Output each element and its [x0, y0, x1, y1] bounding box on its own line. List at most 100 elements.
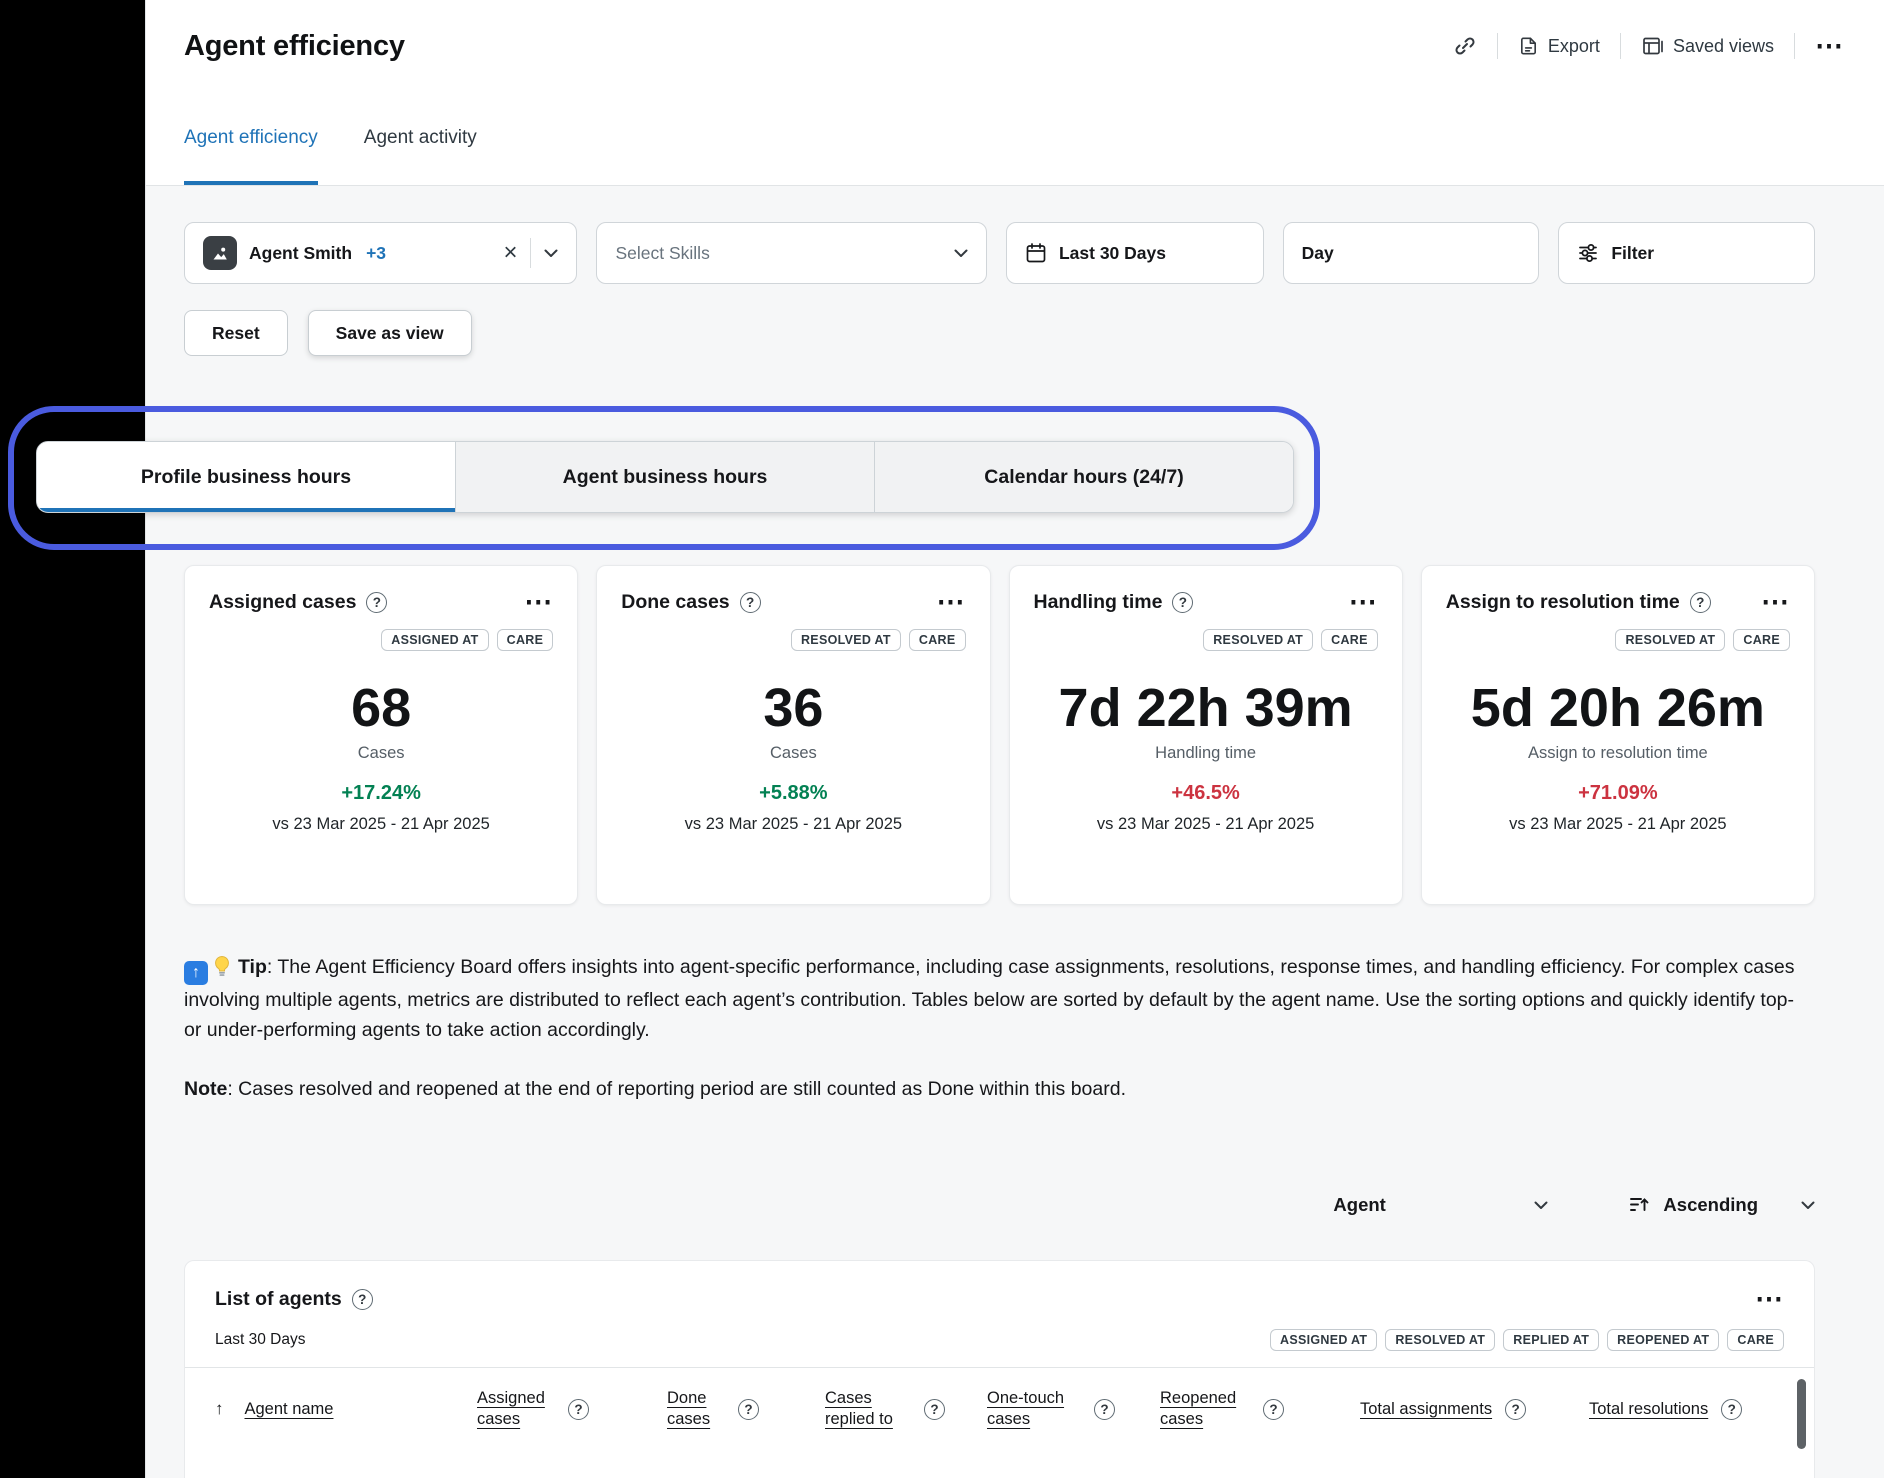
- help-icon[interactable]: ?: [1094, 1399, 1115, 1420]
- column-header-total-assignments[interactable]: Total assignments ?: [1360, 1399, 1589, 1420]
- filter-actions-row: Reset Save as view: [184, 310, 1815, 356]
- channel-badge: CARE: [1727, 1329, 1784, 1351]
- skills-select[interactable]: Select Skills: [596, 222, 986, 284]
- copy-link-icon[interactable]: [1453, 34, 1477, 58]
- timestamp-badge: RESOLVED AT: [791, 629, 901, 651]
- column-header-one-touch-cases[interactable]: One-touch cases ?: [987, 1388, 1160, 1431]
- help-icon[interactable]: ?: [1263, 1399, 1284, 1420]
- card-menu-icon[interactable]: ⋯: [1349, 588, 1378, 616]
- table-scrollbar[interactable]: [1797, 1379, 1806, 1449]
- chevron-down-icon: [954, 249, 968, 258]
- metric-unit: Cases: [209, 744, 553, 763]
- tab-agent-business-hours[interactable]: Agent business hours: [455, 442, 874, 512]
- card-menu-icon[interactable]: ⋯: [937, 588, 966, 616]
- timestamp-badge: RESOLVED AT: [1615, 629, 1725, 651]
- metric-card-assigned-cases: Assigned cases ? ⋯ ASSIGNED AT CARE 68 C…: [184, 565, 578, 905]
- tip-label: Tip: [238, 956, 267, 978]
- filter-button[interactable]: Filter: [1558, 222, 1815, 284]
- list-of-agents-card: List of agents ? ⋯ Last 30 Days ASSIGNED…: [184, 1260, 1815, 1478]
- saved-views-button[interactable]: Saved views: [1641, 35, 1774, 57]
- help-icon[interactable]: ?: [1690, 592, 1711, 613]
- export-label: Export: [1548, 36, 1600, 57]
- chevron-down-icon: [1801, 1201, 1815, 1210]
- metric-card-handling-time: Handling time ? ⋯ RESOLVED AT CARE 7d 22…: [1009, 565, 1403, 905]
- agent-filter-chip[interactable]: Agent Smith +3 ×: [184, 222, 577, 284]
- agent-filter-extra-count[interactable]: +3: [366, 243, 386, 264]
- help-icon[interactable]: ?: [740, 592, 761, 613]
- sort-arrow-icon: ↑: [215, 1399, 224, 1419]
- channel-badge: CARE: [1733, 629, 1790, 651]
- interval-select[interactable]: Day: [1283, 222, 1540, 284]
- export-button[interactable]: Export: [1518, 35, 1600, 57]
- metric-value: 7d 22h 39m: [1034, 677, 1378, 739]
- tab-calendar-hours[interactable]: Calendar hours (24/7): [874, 442, 1293, 512]
- card-menu-icon[interactable]: ⋯: [1761, 588, 1790, 616]
- reset-button[interactable]: Reset: [184, 310, 288, 356]
- filter-row: Agent Smith +3 × Select Skills: [184, 222, 1815, 284]
- divider: [1794, 33, 1795, 59]
- filter-label: Filter: [1611, 243, 1654, 264]
- column-header-agent-name[interactable]: ↑ Agent name: [215, 1399, 477, 1420]
- metric-value: 36: [621, 677, 965, 739]
- help-icon[interactable]: ?: [352, 1289, 373, 1310]
- metric-cards-row: Assigned cases ? ⋯ ASSIGNED AT CARE 68 C…: [184, 565, 1815, 905]
- business-hours-toggle: Profile business hours Agent business ho…: [36, 441, 1294, 513]
- table-title: List of agents: [215, 1288, 342, 1311]
- metric-value: 68: [209, 677, 553, 739]
- date-range-select[interactable]: Last 30 Days: [1006, 222, 1264, 284]
- channel-badge: CARE: [497, 629, 554, 651]
- metric-card-assign-to-resolution-time: Assign to resolution time ? ⋯ RESOLVED A…: [1421, 565, 1815, 905]
- column-header-reopened-cases[interactable]: Reopened cases ?: [1160, 1388, 1360, 1431]
- help-icon[interactable]: ?: [1172, 592, 1193, 613]
- card-title: Assigned cases: [209, 591, 356, 614]
- sort-field-dropdown[interactable]: Agent: [1333, 1194, 1548, 1216]
- nav-tabs: Agent efficiency Agent activity: [146, 92, 1884, 186]
- channel-badge: CARE: [1321, 629, 1378, 651]
- column-header-done-cases[interactable]: Done cases ?: [667, 1388, 825, 1431]
- interval-value: Day: [1302, 243, 1334, 264]
- clear-agent-filter-icon[interactable]: ×: [503, 241, 517, 265]
- up-arrow-emoji: ↑: [184, 961, 208, 985]
- help-icon[interactable]: ?: [1505, 1399, 1526, 1420]
- card-menu-icon[interactable]: ⋯: [524, 588, 553, 616]
- help-icon[interactable]: ?: [366, 592, 387, 613]
- table-header-row: ↑ Agent name Assigned cases ? Done cases…: [215, 1368, 1784, 1457]
- agent-filter-name: Agent Smith: [249, 243, 352, 264]
- skills-placeholder: Select Skills: [615, 243, 709, 264]
- help-icon[interactable]: ?: [568, 1399, 589, 1420]
- column-header-cases-replied-to[interactable]: Cases replied to ?: [825, 1388, 987, 1431]
- tab-profile-business-hours[interactable]: Profile business hours: [37, 442, 455, 512]
- help-icon[interactable]: ?: [924, 1399, 945, 1420]
- card-title: Handling time: [1034, 591, 1163, 614]
- sort-order-dropdown[interactable]: Ascending: [1628, 1194, 1815, 1216]
- column-header-total-resolutions[interactable]: Total resolutions ?: [1589, 1399, 1789, 1420]
- chevron-down-icon[interactable]: [544, 249, 558, 258]
- top-bar-actions: Export Saved views ⋯: [1453, 32, 1844, 60]
- metric-change: +71.09%: [1446, 782, 1790, 805]
- calendar-icon: [1025, 242, 1047, 264]
- tab-agent-activity[interactable]: Agent activity: [364, 92, 477, 185]
- table-badges: ASSIGNED AT RESOLVED AT REPLIED AT REOPE…: [1270, 1329, 1784, 1351]
- more-options-icon[interactable]: ⋯: [1815, 32, 1844, 60]
- app-window: Agent efficiency Export Saved views ⋯: [145, 0, 1884, 1478]
- save-as-view-button[interactable]: Save as view: [308, 310, 472, 356]
- note-text: Note: Cases resolved and reopened at the…: [184, 1075, 1815, 1104]
- date-range-value: Last 30 Days: [1059, 243, 1166, 264]
- column-header-assigned-cases[interactable]: Assigned cases ?: [477, 1388, 667, 1431]
- main-content: Agent Smith +3 × Select Skills: [146, 186, 1884, 1478]
- saved-views-icon: [1641, 35, 1664, 57]
- tab-agent-efficiency[interactable]: Agent efficiency: [184, 92, 318, 185]
- timestamp-badge: RESOLVED AT: [1203, 629, 1313, 651]
- timestamp-badge: ASSIGNED AT: [381, 629, 488, 651]
- export-icon: [1518, 35, 1539, 57]
- timestamp-badge: ASSIGNED AT: [1270, 1329, 1377, 1351]
- help-icon[interactable]: ?: [1721, 1399, 1742, 1420]
- card-title: Done cases: [621, 591, 729, 614]
- metric-unit: Cases: [621, 744, 965, 763]
- lightbulb-emoji: [212, 960, 232, 982]
- sort-controls: Agent Ascending: [184, 1194, 1815, 1216]
- timestamp-badge: REPLIED AT: [1503, 1329, 1599, 1351]
- metric-unit: Assign to resolution time: [1446, 744, 1790, 763]
- table-menu-icon[interactable]: ⋯: [1755, 1285, 1784, 1313]
- help-icon[interactable]: ?: [738, 1399, 759, 1420]
